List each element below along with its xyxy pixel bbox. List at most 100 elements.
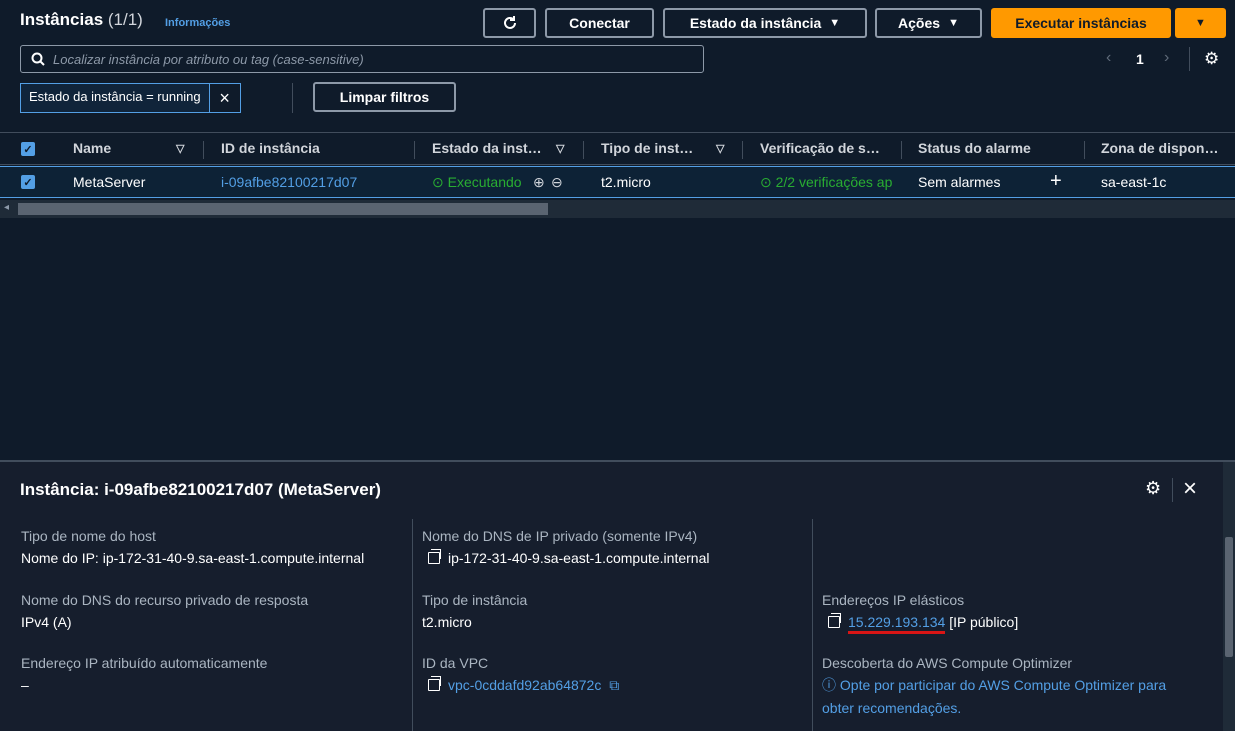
search-input[interactable]: Localizar instância por atributo ou tag … xyxy=(20,45,704,73)
row-state-label: Executando xyxy=(447,174,522,190)
clear-filters-label: Limpar filtros xyxy=(339,89,430,105)
scrollbar-thumb[interactable] xyxy=(1225,537,1233,657)
prev-page-icon[interactable]: ‹ xyxy=(1106,49,1111,67)
caret-down-icon: ▼ xyxy=(1195,17,1206,29)
copy-icon[interactable] xyxy=(428,549,441,564)
private-dns-label: Nome do DNS de IP privado (somente IPv4) xyxy=(422,528,698,544)
launch-dropdown-button[interactable]: ▼ xyxy=(1175,8,1226,38)
column-header-type[interactable]: Tipo de inst… xyxy=(601,140,693,156)
column-divider xyxy=(812,519,813,731)
table-header: ✓ Name ▽ ID de instância Estado da inst…… xyxy=(0,132,1235,165)
column-header-status-check[interactable]: Verificação de s… xyxy=(760,140,880,156)
launch-label: Executar instâncias xyxy=(1015,15,1147,31)
scrollbar-thumb[interactable] xyxy=(18,203,548,215)
pager-divider xyxy=(1189,47,1190,71)
next-page-icon[interactable]: › xyxy=(1164,49,1169,67)
column-divider xyxy=(742,141,743,159)
optimizer-line-1: Opte por participar do AWS Compute Optim… xyxy=(839,677,1167,693)
details-col-1c: Endereço IP atribuído automaticamente – xyxy=(21,655,267,693)
details-col-2b: Tipo de instância t2.micro xyxy=(422,592,527,630)
row-state: ⊙ Executando xyxy=(432,174,522,191)
elastic-ip-link[interactable]: 15.229.193.134 xyxy=(848,614,946,634)
auto-ip-label: Endereço IP atribuído automaticamente xyxy=(21,655,268,671)
scroll-left-icon[interactable]: ◂ xyxy=(4,202,9,213)
column-divider xyxy=(901,141,902,159)
details-col-2c: ID da VPC vpc-0cddafd92ab64872c ⧉ xyxy=(422,655,619,694)
column-header-state[interactable]: Estado da inst… xyxy=(432,140,542,156)
settings-icon[interactable]: ⚙ xyxy=(1204,49,1219,69)
launch-instances-button[interactable]: Executar instâncias xyxy=(991,8,1171,38)
vertical-scrollbar[interactable] xyxy=(1223,462,1235,731)
optimizer-link[interactable]: ⓘ Opte por participar do AWS Compute Opt… xyxy=(822,674,1166,720)
sort-icon[interactable]: ▽ xyxy=(556,142,564,155)
vpc-link[interactable]: vpc-0cddafd92ab64872c xyxy=(448,677,601,693)
details-col-3c: Descoberta do AWS Compute Optimizer ⓘ Op… xyxy=(822,655,1166,720)
add-alarm-icon[interactable]: + xyxy=(1050,170,1062,193)
row-instance-id-link[interactable]: i-09afbe82100217d07 xyxy=(221,174,357,190)
actions-label: Ações xyxy=(898,15,941,31)
column-divider xyxy=(203,141,204,159)
row-type: t2.micro xyxy=(601,174,651,190)
vpc-label: ID da VPC xyxy=(422,655,489,671)
refresh-icon xyxy=(503,16,516,29)
optimizer-line-2: obter recomendações. xyxy=(822,700,962,716)
connect-label: Conectar xyxy=(569,15,630,31)
details-col-3b: Endereços IP elásticos 15.229.193.134 [I… xyxy=(822,592,1019,634)
instance-state-label: Estado da instância xyxy=(689,15,822,31)
column-divider xyxy=(583,141,584,159)
private-dns-row: ip-172-31-40-9.sa-east-1.compute.interna… xyxy=(428,549,709,566)
title-text: Instâncias xyxy=(20,10,104,29)
elastic-ip-label: Endereços IP elásticos xyxy=(822,592,965,608)
page-title: Instâncias (1/1) xyxy=(20,10,143,30)
info-link[interactable]: Informações xyxy=(165,17,230,29)
row-alarm: Sem alarmes xyxy=(918,174,1001,190)
settings-icon[interactable]: ⚙ xyxy=(1145,478,1161,499)
copy-icon[interactable] xyxy=(428,676,441,691)
instances-list-panel: Instâncias (1/1) Informações Conectar Es… xyxy=(0,0,1235,220)
vpc-row: vpc-0cddafd92ab64872c ⧉ xyxy=(428,676,619,694)
select-all-checkbox[interactable]: ✓ xyxy=(21,142,35,156)
empty-area xyxy=(0,220,1235,460)
sort-icon[interactable]: ▽ xyxy=(176,142,184,155)
column-divider xyxy=(1084,141,1085,159)
clear-filters-button[interactable]: Limpar filtros xyxy=(313,82,456,112)
elastic-ip-suffix: [IP público] xyxy=(949,614,1019,630)
instance-type-label: Tipo de instância xyxy=(422,592,528,608)
row-zone: sa-east-1c xyxy=(1101,174,1167,190)
connect-button[interactable]: Conectar xyxy=(545,8,654,38)
copy-icon[interactable] xyxy=(828,613,841,628)
column-divider xyxy=(412,519,413,731)
instance-type-value: t2.micro xyxy=(422,614,472,630)
elastic-ip-row: 15.229.193.134 [IP público] xyxy=(828,613,1019,634)
external-link-icon[interactable]: ⧉ xyxy=(609,677,619,693)
hostname-type-value: Nome do IP: ip-172-31-40-9.sa-east-1.com… xyxy=(21,550,365,566)
info-icon: ⓘ xyxy=(822,677,836,693)
details-panel: Instância: i-09afbe82100217d07 (MetaServ… xyxy=(0,462,1235,731)
actions-dropdown[interactable]: Ações ▼ xyxy=(875,8,982,38)
zoom-out-icon[interactable]: ⊖ xyxy=(551,174,563,191)
resource-dns-value: IPv4 (A) xyxy=(21,614,72,630)
row-status-check-label: 2/2 verificações ap xyxy=(775,174,893,190)
row-checkbox[interactable]: ✓ xyxy=(21,175,35,189)
row-status-check: ⊙ 2/2 verificações ap xyxy=(760,174,900,191)
column-header-zone[interactable]: Zona de dispon… xyxy=(1101,140,1218,156)
column-header-alarm[interactable]: Status do alarme xyxy=(918,140,1031,156)
column-divider xyxy=(414,141,415,159)
table-row[interactable]: ✓ MetaServer i-09afbe82100217d07 ⊙ Execu… xyxy=(0,166,1235,198)
refresh-button[interactable] xyxy=(483,8,536,38)
column-header-instance-id[interactable]: ID de instância xyxy=(221,140,320,156)
caret-down-icon: ▼ xyxy=(948,17,959,29)
close-icon[interactable]: × xyxy=(208,83,241,113)
close-icon[interactable]: × xyxy=(1183,475,1197,503)
page-number[interactable]: 1 xyxy=(1136,51,1144,67)
zoom-in-icon[interactable]: ⊕ xyxy=(533,174,545,191)
horizontal-scrollbar[interactable]: ◂ xyxy=(0,200,1235,218)
filter-token: Estado da instância = running × xyxy=(20,83,241,113)
details-title: Instância: i-09afbe82100217d07 (MetaServ… xyxy=(20,480,381,499)
column-header-name[interactable]: Name xyxy=(73,140,111,156)
filter-token-label: Estado da instância = running xyxy=(20,83,209,113)
sort-icon[interactable]: ▽ xyxy=(716,142,724,155)
auto-ip-value: – xyxy=(21,677,29,693)
instance-state-dropdown[interactable]: Estado da instância ▼ xyxy=(663,8,867,38)
details-col-1: Tipo de nome do host Nome do IP: ip-172-… xyxy=(21,528,364,566)
